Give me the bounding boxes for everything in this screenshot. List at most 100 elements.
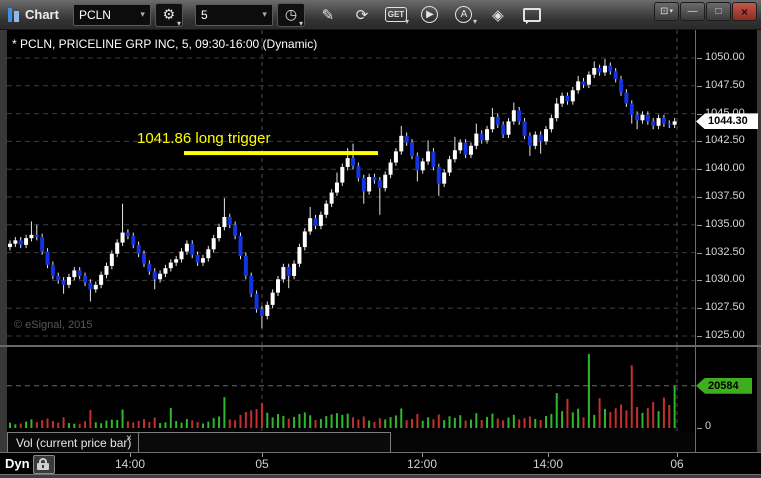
candle-body <box>399 135 404 152</box>
tab-vol[interactable]: Vol (current price bar) × <box>7 432 391 452</box>
candle-body <box>34 234 39 238</box>
volume-pane-canvas[interactable] <box>7 347 695 432</box>
candle-body <box>115 242 120 254</box>
volume-bar <box>523 418 526 428</box>
pencil-icon: ✎ <box>321 6 335 24</box>
volume-bar <box>507 417 510 428</box>
price-axis-label: 1042.50 <box>705 134 745 147</box>
candle-body <box>490 116 495 130</box>
candle-body <box>340 166 345 183</box>
volume-bar <box>577 408 580 428</box>
candle-body <box>661 118 666 124</box>
pane-separator[interactable] <box>0 345 761 347</box>
draw-pencil-button[interactable]: ✎ <box>318 5 338 25</box>
volume-bar <box>561 411 564 428</box>
annotation-trigger-line[interactable] <box>184 151 378 156</box>
chevron-down-icon: ▾ <box>669 8 673 15</box>
price-axis-tick <box>697 336 702 337</box>
trendline-icon: ⟳ <box>355 6 369 24</box>
candle-body <box>608 65 613 72</box>
time-axis-bar[interactable]: Dyn 14:00 05 12:00 14:00 06 <box>0 452 761 474</box>
symbol-lookup-button[interactable]: ⚙ ▾ <box>154 2 183 28</box>
candle-body <box>233 224 238 236</box>
volume-bar <box>293 416 296 428</box>
candle-body <box>377 180 382 189</box>
volume-bar <box>84 421 87 428</box>
volume-bar <box>545 416 547 428</box>
volume-bar <box>437 414 440 428</box>
volume-bar <box>368 420 371 428</box>
volume-bar <box>191 420 194 428</box>
volume-bar <box>625 410 628 428</box>
candle-body <box>56 275 61 281</box>
play-button[interactable]: ▶ <box>420 5 440 25</box>
candle-body <box>415 155 420 171</box>
candle-body <box>104 265 109 275</box>
candle-body <box>249 275 254 294</box>
candle-body <box>651 121 656 126</box>
candle-body <box>147 263 152 272</box>
symbol-select[interactable]: PCLN ▾ <box>72 3 151 26</box>
close-button[interactable]: × <box>732 2 757 21</box>
candle-body <box>517 110 522 122</box>
volume-bar <box>116 419 119 428</box>
candle-body <box>495 116 500 125</box>
price-axis-label: 1032.50 <box>705 245 745 258</box>
volume-bar <box>19 423 22 428</box>
candle-body <box>442 172 447 184</box>
popout-button[interactable]: ⊡ ▾ <box>654 2 679 21</box>
price-axis-tick <box>697 58 702 59</box>
candle-body <box>184 243 189 252</box>
candle-body <box>640 114 645 121</box>
volume-bar <box>378 418 381 428</box>
candle-body <box>463 142 468 155</box>
price-axis-tick <box>697 169 702 171</box>
volume-bar <box>453 417 456 428</box>
volume-bar <box>475 413 478 428</box>
volume-bar <box>298 414 301 428</box>
tab-close-button[interactable]: × <box>126 433 132 444</box>
time-frame-button[interactable]: ◷ ▾ <box>276 2 305 28</box>
lock-button[interactable] <box>33 455 55 474</box>
candle-body <box>404 135 409 143</box>
volume-bar <box>228 419 231 428</box>
volume-bar <box>518 419 521 428</box>
eraser-button[interactable]: ◈ <box>488 5 508 25</box>
price-axis-label: 1050.00 <box>705 51 745 63</box>
comment-button[interactable] <box>522 5 542 25</box>
trend-tool-button[interactable]: ⟳ <box>352 5 372 25</box>
get-icon: GET <box>384 7 408 22</box>
volume-bar <box>110 419 113 428</box>
last-price-badge: 1044.30 <box>696 113 758 130</box>
volume-bar <box>362 416 365 428</box>
volume-bar <box>132 422 135 428</box>
maximize-button[interactable]: □ <box>706 2 731 21</box>
annotate-button[interactable]: A ▾ <box>454 5 477 26</box>
price-pane-canvas[interactable] <box>7 30 695 345</box>
candle-body <box>243 255 248 276</box>
get-data-button[interactable]: GET ▾ <box>384 5 409 26</box>
volume-bar <box>609 411 612 428</box>
price-axis-tick <box>697 85 702 87</box>
interval-select[interactable]: 5 ▾ <box>194 3 273 26</box>
tab-vol-label: Vol (current price bar) <box>16 436 132 450</box>
price-axis[interactable]: 1050.00 1047.50 1045.00 1042.50 1040.00 1037.… <box>695 30 758 452</box>
candle-body <box>276 279 280 293</box>
minimize-button[interactable]: — <box>680 2 705 21</box>
candle-body <box>292 263 297 276</box>
candle-body <box>479 133 484 141</box>
annotation-label[interactable]: 1041.86 long trigger <box>137 130 270 147</box>
candle-body <box>72 270 77 278</box>
volume-bar <box>448 416 451 428</box>
candle-body <box>281 267 286 280</box>
volume-bar <box>185 418 188 428</box>
price-axis-tick <box>697 308 702 310</box>
volume-bar <box>325 416 328 428</box>
volume-bar <box>89 409 92 428</box>
candle-body <box>13 240 18 244</box>
volume-bar <box>121 409 124 428</box>
volume-bar <box>73 423 76 428</box>
volume-bar <box>303 412 306 428</box>
chevron-down-icon: ▾ <box>404 16 409 26</box>
volume-bar <box>57 422 60 428</box>
